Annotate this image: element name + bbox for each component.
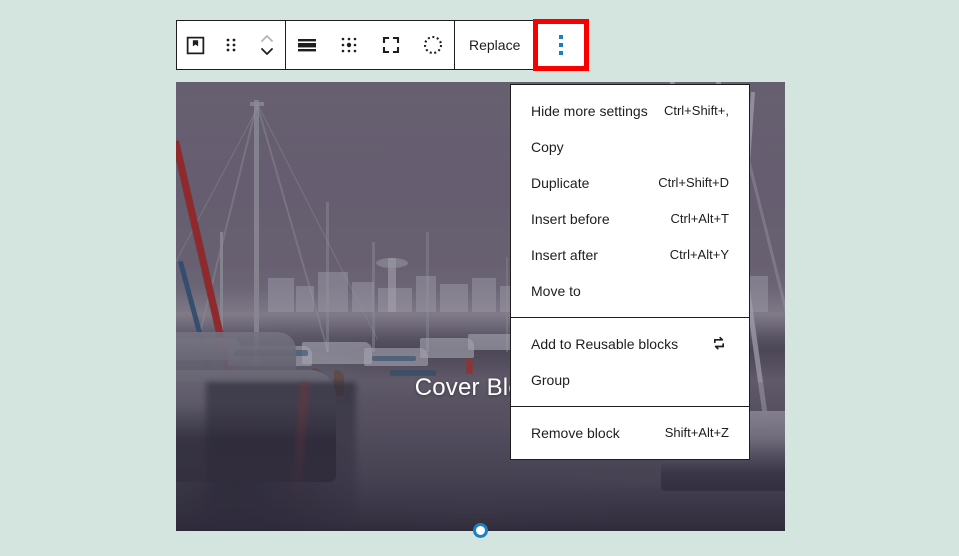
block-options-menu: Hide more settings Ctrl+Shift+, Copy Dup… — [510, 84, 750, 460]
menu-item-remove-block[interactable]: Remove block Shift+Alt+Z — [511, 415, 749, 451]
block-type-cover-button[interactable] — [177, 21, 213, 69]
menu-item-duplicate[interactable]: Duplicate Ctrl+Shift+D — [511, 165, 749, 201]
menu-item-label: Remove block — [531, 423, 620, 443]
chevron-up-down-icon — [258, 31, 276, 59]
change-alignment-button[interactable] — [286, 21, 328, 69]
menu-item-shortcut: Ctrl+Shift+D — [658, 173, 729, 193]
menu-item-label: Insert after — [531, 245, 598, 265]
overlay-opacity-button[interactable] — [412, 21, 454, 69]
toolbar-group-replace: Replace — [455, 21, 534, 69]
content-position-button[interactable] — [328, 21, 370, 69]
more-options-button[interactable] — [535, 21, 587, 69]
toolbar-group-layout — [286, 21, 454, 69]
menu-item-insert-after[interactable]: Insert after Ctrl+Alt+Y — [511, 237, 749, 273]
block-toolbar: Replace — [176, 20, 588, 70]
menu-item-label: Move to — [531, 281, 581, 301]
cover-block-icon — [185, 35, 206, 56]
menu-item-add-to-reusable-blocks[interactable]: Add to Reusable blocks — [511, 326, 749, 362]
menu-item-label: Group — [531, 370, 570, 390]
menu-item-label: Duplicate — [531, 173, 589, 193]
reusable-blocks-icon — [709, 334, 729, 354]
replace-button[interactable]: Replace — [455, 21, 534, 69]
menu-group-remove: Remove block Shift+Alt+Z — [511, 406, 749, 459]
align-icon — [296, 36, 318, 54]
menu-item-copy[interactable]: Copy — [511, 129, 749, 165]
menu-item-insert-before[interactable]: Insert before Ctrl+Alt+T — [511, 201, 749, 237]
menu-item-label: Insert before — [531, 209, 610, 229]
menu-item-shortcut: Ctrl+Alt+Y — [670, 245, 729, 265]
menu-item-move-to[interactable]: Move to — [511, 273, 749, 309]
menu-item-label: Hide more settings — [531, 101, 648, 121]
fullscreen-brackets-icon — [381, 35, 401, 55]
menu-item-shortcut: Ctrl+Shift+, — [664, 101, 729, 121]
menu-item-shortcut: Ctrl+Alt+T — [670, 209, 729, 229]
menu-item-label: Copy — [531, 137, 564, 157]
drag-dots-icon — [222, 36, 240, 54]
menu-group-blocks: Add to Reusable blocks Group — [511, 317, 749, 406]
vertical-dots-icon — [559, 35, 563, 55]
move-up-down-button[interactable] — [249, 21, 285, 69]
menu-item-group[interactable]: Group — [511, 362, 749, 398]
menu-item-hide-more-settings[interactable]: Hide more settings Ctrl+Shift+, — [511, 93, 749, 129]
drag-handle-button[interactable] — [213, 21, 249, 69]
toolbar-group-block — [177, 21, 285, 69]
bottom-resize-handle[interactable] — [473, 523, 488, 538]
menu-item-shortcut: Shift+Alt+Z — [665, 423, 729, 443]
content-position-grid-icon — [339, 35, 359, 55]
dotted-circle-icon — [422, 34, 444, 56]
menu-group-settings: Hide more settings Ctrl+Shift+, Copy Dup… — [511, 85, 749, 317]
toggle-full-height-button[interactable] — [370, 21, 412, 69]
menu-item-label: Add to Reusable blocks — [531, 334, 678, 354]
